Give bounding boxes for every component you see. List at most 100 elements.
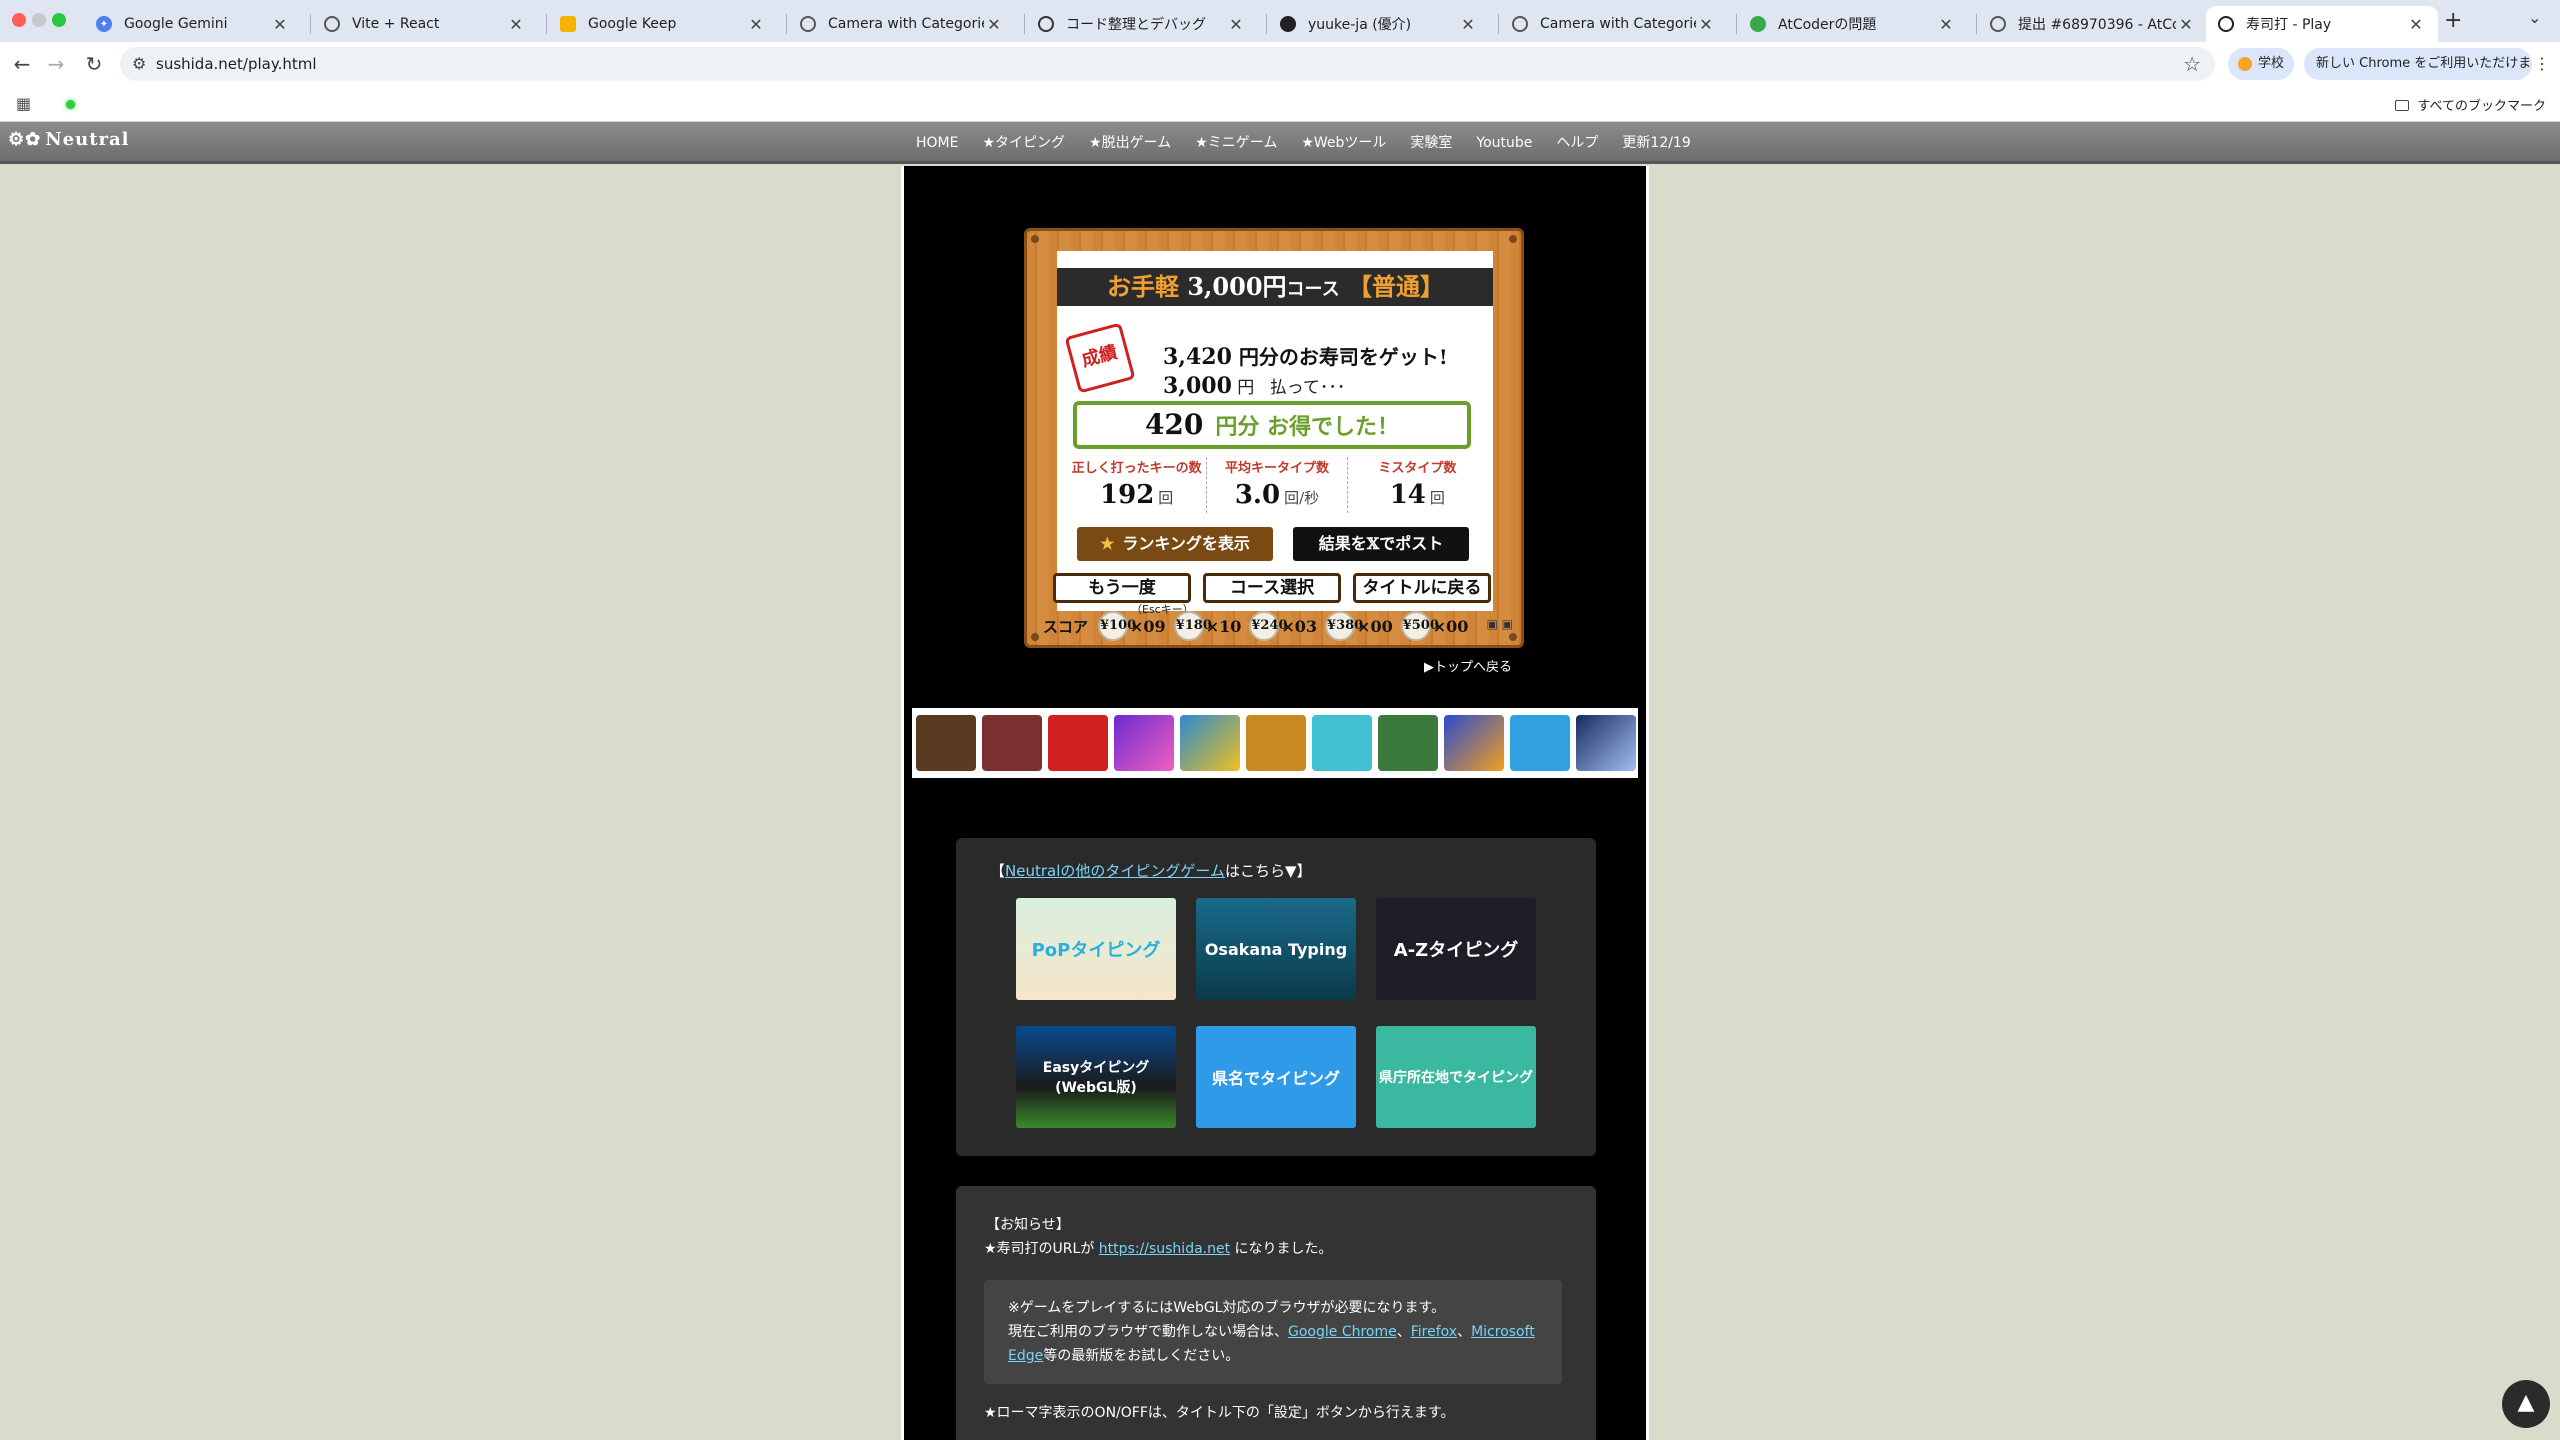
nav-help[interactable]: ヘルプ	[1544, 122, 1610, 164]
site-info-icon[interactable]: ⚙	[132, 54, 146, 73]
got-line: 3,420 円分のお寿司をゲット!	[1163, 341, 1448, 370]
update-chrome-chip[interactable]: 新しい Chrome をご利用いただけます	[2304, 48, 2532, 103]
ad-game-tile[interactable]	[1378, 715, 1438, 771]
nav-updates[interactable]: 更新12/19	[1610, 122, 1702, 164]
close-tab-icon[interactable]: ✕	[1696, 15, 1716, 34]
ad-game-tile[interactable]	[1510, 715, 1570, 771]
plate-500: ¥500 ×00	[1400, 611, 1468, 641]
browser-tab[interactable]: Camera with Categories ✕	[1500, 6, 1728, 42]
stat-unit: 回	[1158, 489, 1174, 507]
game-tile-capital[interactable]: 県庁所在地でタイピング	[1376, 1026, 1536, 1128]
game-tile-prefecture[interactable]: 県名でタイピング	[1196, 1026, 1356, 1128]
apps-grid-icon[interactable]: ▦	[16, 94, 31, 113]
url-text[interactable]: sushida.net/play.html	[156, 55, 317, 73]
tab-title: Google Gemini	[124, 16, 228, 32]
close-tab-icon[interactable]: ✕	[984, 15, 1004, 34]
close-tab-icon[interactable]: ✕	[1458, 15, 1478, 34]
game-tile-osakana[interactable]: Osakana Typing	[1196, 898, 1356, 1000]
close-tab-icon[interactable]: ✕	[746, 15, 766, 34]
game-tile-az[interactable]: A-Zタイピング	[1376, 898, 1536, 1000]
other-games-link[interactable]: Neutralの他のタイピングゲーム	[1005, 862, 1225, 880]
game-tile-easy[interactable]: Easyタイピング (WebGL版)	[1016, 1026, 1176, 1128]
close-tab-icon[interactable]: ✕	[2176, 15, 2196, 34]
tab-title: AtCoderの問題	[1778, 17, 1877, 33]
extension-status-icon[interactable]	[66, 100, 75, 109]
browser-tab[interactable]: AtCoderの問題 ✕	[1738, 6, 1968, 42]
ad-game-tile[interactable]	[916, 715, 976, 771]
nav-mini-game[interactable]: ★ミニゲーム	[1183, 122, 1289, 164]
chrome-menu-icon[interactable]: ⋮	[2534, 54, 2550, 73]
browser-tab[interactable]: 提出 #68970396 - AtCoder B ✕	[1978, 6, 2208, 42]
profile-avatar	[2238, 56, 2252, 71]
close-tab-icon[interactable]: ✕	[270, 15, 290, 34]
close-tab-icon[interactable]: ✕	[1226, 15, 1246, 34]
nav-youtube[interactable]: Youtube	[1464, 122, 1544, 164]
maximize-window-button[interactable]	[52, 13, 66, 27]
course-select-button[interactable]: コース選択	[1203, 573, 1341, 603]
nav-lab[interactable]: 実験室	[1398, 122, 1464, 164]
new-tab-icon[interactable]: +	[2444, 8, 2462, 33]
got-text: 円分のお寿司をゲット!	[1238, 345, 1448, 369]
plate-price: ¥180	[1173, 611, 1212, 641]
back-icon[interactable]: ←	[8, 50, 36, 78]
course-difficulty: 【普通】	[1347, 272, 1444, 301]
address-bar[interactable]: ⚙ sushida.net/play.html ☆	[120, 47, 2215, 81]
globe-icon	[800, 16, 816, 32]
browser-tab[interactable]: コード整理とデバッグ ✕	[1026, 6, 1258, 42]
close-tab-icon[interactable]: ✕	[2406, 15, 2426, 34]
sushida-url-link[interactable]: https://sushida.net	[1099, 1241, 1230, 1257]
profile-chip[interactable]: 学校	[2228, 48, 2294, 80]
to-top-link[interactable]: ▶トップへ戻る	[1424, 656, 1512, 675]
separator: 、	[1457, 1324, 1472, 1340]
browser-tab-active[interactable]: 寿司打 - Play ✕	[2206, 6, 2438, 42]
bookmark-star-icon[interactable]: ☆	[2183, 52, 2201, 76]
nav-home[interactable]: HOME	[904, 122, 970, 164]
ad-game-tile[interactable]	[982, 715, 1042, 771]
close-window-button[interactable]	[12, 13, 26, 27]
scroll-to-top-button[interactable]: ▲	[2502, 1380, 2550, 1428]
close-tab-icon[interactable]: ✕	[1936, 15, 1956, 34]
ad-game-tile[interactable]	[1312, 715, 1372, 771]
tab-title: 寿司打 - Play	[2246, 17, 2332, 33]
browser-tab[interactable]: yuuke-ja (優介) ✕	[1268, 6, 1490, 42]
browser-tab[interactable]: Vite + React ✕	[312, 6, 538, 42]
close-tab-icon[interactable]: ✕	[506, 15, 526, 34]
site-logo[interactable]: ⚙✿ Neutral	[8, 129, 130, 150]
ad-game-tile[interactable]	[1180, 715, 1240, 771]
tab-search-icon[interactable]: ⌄	[2528, 8, 2541, 27]
all-bookmarks-button[interactable]: すべてのブックマーク	[2395, 95, 2546, 114]
browser-tab[interactable]: Camera with Categories ✕	[788, 6, 1016, 42]
bookmarks-bar: ▦ すべてのブックマーク	[0, 86, 2560, 122]
webgl-suffix: 等の最新版をお試しください。	[1043, 1348, 1240, 1364]
plate-count: ×00	[1357, 616, 1393, 636]
stat-value: 14	[1389, 480, 1426, 510]
ad-game-tile[interactable]	[1048, 715, 1108, 771]
ad-game-tile[interactable]	[1444, 715, 1504, 771]
ad-game-tile[interactable]	[1114, 715, 1174, 771]
github-icon	[1280, 16, 1296, 32]
firefox-link[interactable]: Firefox	[1411, 1324, 1457, 1340]
nav-typing[interactable]: ★タイピング	[970, 122, 1077, 164]
forward-icon[interactable]: →	[42, 50, 70, 78]
chrome-link[interactable]: Google Chrome	[1288, 1324, 1397, 1340]
nav-web-tools[interactable]: ★Webツール	[1289, 122, 1398, 164]
game-tile-label: 県名でタイピング	[1211, 1069, 1340, 1088]
tab-title: コード整理とデバッグ	[1066, 17, 1206, 33]
show-ranking-button[interactable]: ★ ランキングを表示	[1077, 527, 1273, 561]
back-to-title-button[interactable]: タイトルに戻る	[1353, 573, 1491, 603]
course-amount: 3,000円	[1187, 272, 1287, 301]
fullscreen-icon[interactable]: ▣ ▣	[1487, 617, 1514, 631]
ad-game-tile[interactable]	[1246, 715, 1306, 771]
plate-price: ¥380	[1325, 611, 1363, 641]
minimize-window-button[interactable]	[32, 13, 46, 27]
reload-icon[interactable]: ↻	[80, 50, 108, 78]
ad-game-tile[interactable]	[1576, 715, 1636, 771]
browser-tab[interactable]: Google Keep ✕	[548, 6, 778, 42]
logo-rings-icon: ⚙✿	[8, 129, 42, 150]
game-tile-pop[interactable]: PoPタイピング	[1016, 898, 1176, 1000]
tab-title: Vite + React	[352, 16, 440, 32]
browser-tab[interactable]: ✦ Google Gemini ✕	[84, 6, 302, 42]
nav-escape-game[interactable]: ★脱出ゲーム	[1077, 122, 1183, 164]
retry-button[interactable]: もう一度	[1053, 573, 1191, 603]
post-to-x-button[interactable]: 結果を𝕏でポスト	[1293, 527, 1469, 561]
